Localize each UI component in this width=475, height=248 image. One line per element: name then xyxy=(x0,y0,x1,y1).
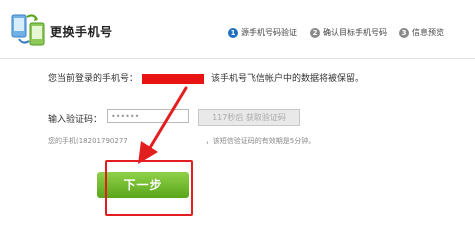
verification-code-input[interactable]: •••••• xyxy=(107,109,189,123)
step-1: 1 源手机号码验证 xyxy=(228,27,297,38)
step-3-label: 信息预览 xyxy=(412,28,444,37)
sms-hint: 您的手机(18201790277 ，该短信验证码的有效期是5分钟。 xyxy=(48,136,315,146)
info-suffix: 该手机号飞信帐户中的数据将被保留。 xyxy=(211,74,365,84)
step-1-number: 1 xyxy=(228,27,238,38)
code-label: 输入验证码： xyxy=(48,115,103,125)
phones-switch-icon xyxy=(11,14,45,46)
step-2-number: 2 xyxy=(310,27,320,38)
step-3-number: 3 xyxy=(399,27,409,38)
info-prefix: 您当前登录的手机号： xyxy=(48,74,139,84)
redacted-phone-number xyxy=(142,73,205,84)
current-phone-info: 您当前登录的手机号： 该手机号飞信帐户中的数据将被保留。 xyxy=(48,71,364,84)
step-1-label: 源手机号码验证 xyxy=(241,28,297,37)
highlight-box xyxy=(105,160,193,216)
step-2-label: 确认目标手机号码 xyxy=(323,28,387,37)
header-divider xyxy=(0,58,475,59)
header: 更换手机号 1 源手机号码验证 2 确认目标手机号码 3 信息预览 xyxy=(0,0,475,58)
hint-prefix: 您的手机(18201790277 xyxy=(48,137,128,145)
step-2: 2 确认目标手机号码 xyxy=(310,27,387,38)
page-title: 更换手机号 xyxy=(50,25,113,39)
hint-suffix: ，该短信验证码的有效期是5分钟。 xyxy=(205,137,316,145)
step-3: 3 信息预览 xyxy=(399,27,444,38)
get-code-button[interactable]: 117秒后 获取验证码 xyxy=(198,109,300,126)
